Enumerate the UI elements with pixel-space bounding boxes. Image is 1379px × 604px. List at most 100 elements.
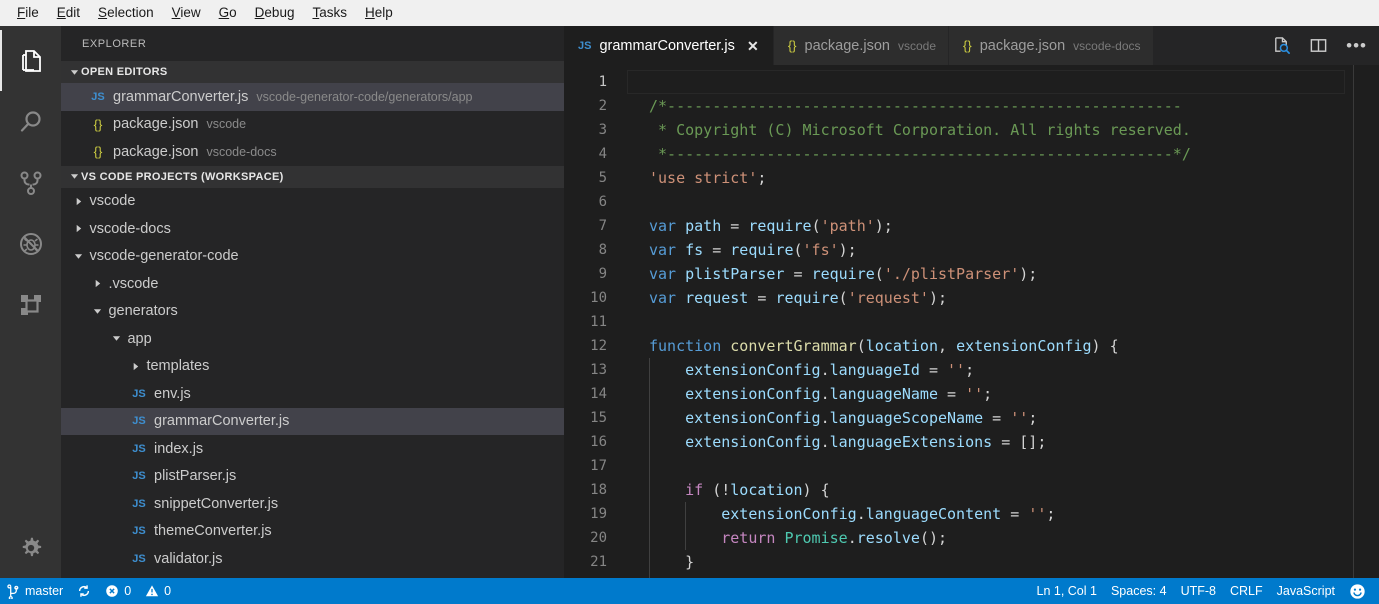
code-token: Promise: [784, 529, 847, 547]
open-editor-description: vscode-generator-code/generators/app: [256, 90, 472, 104]
tree-item-label: env.js: [154, 386, 191, 402]
code-token: .: [821, 433, 830, 451]
menu-item-debug[interactable]: Debug: [246, 2, 304, 24]
code-token: require: [812, 265, 875, 283]
activity-item-extensions[interactable]: [0, 274, 61, 335]
tree-folder-item[interactable]: generators: [61, 298, 564, 326]
menu-item-help[interactable]: Help: [356, 2, 402, 24]
code-token: ;: [757, 169, 766, 187]
status-sync[interactable]: [70, 578, 98, 604]
js-file-icon: JS: [128, 470, 150, 482]
code-token: languageScopeName: [830, 409, 984, 427]
menu-item-go[interactable]: Go: [210, 2, 246, 24]
menu-item-tasks[interactable]: Tasks: [303, 2, 356, 24]
code-token: extensionConfig: [685, 385, 820, 403]
menu-item-edit[interactable]: Edit: [48, 2, 89, 24]
code-token: [676, 289, 685, 307]
activity-item-search[interactable]: [0, 91, 61, 152]
activity-item-debug[interactable]: [0, 213, 61, 274]
status-cursor-position[interactable]: Ln 1, Col 1: [1030, 578, 1104, 604]
status-problems[interactable]: 0 0: [98, 578, 178, 604]
workspace-file-tree: vscode vscode-docs vscode-generator-code…: [61, 188, 564, 573]
code-token: require: [730, 241, 793, 259]
activity-bar-spacer: [0, 335, 61, 517]
status-encoding[interactable]: UTF-8: [1174, 578, 1223, 604]
code-token: [676, 265, 685, 283]
editor-tab[interactable]: {}package.jsonvscode: [774, 26, 949, 65]
code-line-text: var request = require('request');: [627, 289, 947, 307]
code-line-text: }: [627, 553, 694, 571]
status-eol[interactable]: CRLF: [1223, 578, 1270, 604]
tab-label: grammarConverter.js: [599, 38, 734, 54]
workbench-body: EXPLORER OPEN EDITORS JSgrammarConverter…: [0, 26, 1379, 578]
code-token: 'request': [848, 289, 929, 307]
open-changes-icon[interactable]: [1272, 36, 1291, 55]
activity-item-manage[interactable]: [0, 517, 61, 578]
code-token: '': [947, 361, 965, 379]
open-editor-item[interactable]: {}package.jsonvscode-docs: [61, 138, 564, 166]
tree-folder-item[interactable]: vscode-generator-code: [61, 243, 564, 271]
code-token: 'path': [821, 217, 875, 235]
code-token: [721, 337, 730, 355]
open-editor-item[interactable]: {}package.jsonvscode: [61, 111, 564, 139]
open-editor-description: vscode-docs: [206, 145, 276, 159]
tab-description: vscode: [898, 39, 936, 53]
tree-folder-item[interactable]: vscode: [61, 188, 564, 216]
tree-item-label: index.js: [154, 441, 203, 457]
status-branch[interactable]: master: [0, 578, 70, 604]
tree-file-item[interactable]: JSgrammarConverter.js: [61, 408, 564, 436]
tree-folder-item[interactable]: app: [61, 325, 564, 353]
tree-file-item[interactable]: JSthemeConverter.js: [61, 518, 564, 546]
status-indentation[interactable]: Spaces: 4: [1104, 578, 1174, 604]
section-workspace[interactable]: VS CODE PROJECTS (WORKSPACE): [61, 166, 564, 188]
tree-item-label: app: [127, 331, 151, 347]
menu-item-file[interactable]: File: [8, 2, 48, 24]
indent-guide: [649, 502, 650, 526]
code-token: return: [721, 529, 775, 547]
status-language-mode[interactable]: JavaScript: [1270, 578, 1342, 604]
more-actions-icon[interactable]: •••: [1346, 37, 1367, 54]
editor-scrollbar[interactable]: [1353, 65, 1354, 578]
indent-guide: [649, 430, 650, 454]
code-line: 3 * Copyright (C) Microsoft Corporation.…: [564, 118, 1379, 142]
tree-folder-item[interactable]: .vscode: [61, 270, 564, 298]
code-token: );: [839, 241, 857, 259]
code-line: 1: [564, 70, 1379, 94]
code-editor[interactable]: 12/*------------------------------------…: [564, 65, 1379, 578]
tab-close-icon[interactable]: ✕: [745, 39, 761, 53]
activity-item-explorer[interactable]: [0, 30, 61, 91]
code-token: =: [721, 217, 748, 235]
code-token: }: [649, 553, 694, 571]
editor-tab[interactable]: JSgrammarConverter.js✕: [564, 26, 774, 65]
line-number: 4: [564, 146, 627, 162]
tree-file-item[interactable]: JSsnippetConverter.js: [61, 490, 564, 518]
code-token: .: [848, 529, 857, 547]
open-editor-item[interactable]: JSgrammarConverter.jsvscode-generator-co…: [61, 83, 564, 111]
editor-tab[interactable]: {}package.jsonvscode-docs: [949, 26, 1154, 65]
section-open-editors[interactable]: OPEN EDITORS: [61, 61, 564, 83]
line-number: 12: [564, 338, 627, 354]
tree-folder-item[interactable]: vscode-docs: [61, 215, 564, 243]
code-lines: 12/*------------------------------------…: [564, 70, 1379, 578]
activity-item-source-control[interactable]: [0, 152, 61, 213]
tree-file-item[interactable]: JSindex.js: [61, 435, 564, 463]
menu-item-view[interactable]: View: [163, 2, 210, 24]
chevron-right-icon: [128, 362, 142, 371]
code-token: (: [875, 265, 884, 283]
code-token: (: [812, 217, 821, 235]
code-token: 'use strict': [649, 169, 757, 187]
tree-item-label: templates: [146, 358, 209, 374]
code-token: extensionConfig: [685, 433, 820, 451]
line-number: 3: [564, 122, 627, 138]
code-token: =: [920, 361, 947, 379]
tree-file-item[interactable]: JSplistParser.js: [61, 463, 564, 491]
indent-guide: [649, 406, 650, 430]
split-editor-icon[interactable]: [1309, 36, 1328, 55]
menu-item-selection[interactable]: Selection: [89, 2, 163, 24]
status-feedback[interactable]: [1342, 578, 1373, 604]
tree-file-item[interactable]: JSenv.js: [61, 380, 564, 408]
tree-folder-item[interactable]: templates: [61, 353, 564, 381]
tree-file-item[interactable]: JSvalidator.js: [61, 545, 564, 573]
open-editor-description: vscode: [206, 117, 246, 131]
indent-guide: [649, 526, 650, 550]
